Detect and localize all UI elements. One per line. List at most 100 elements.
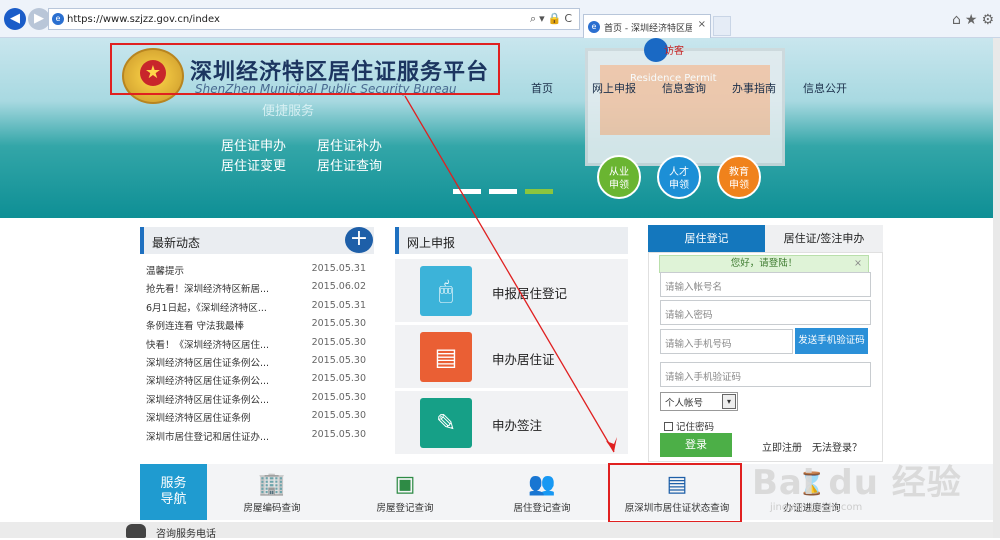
password-input[interactable]: 请输入密码 — [660, 300, 871, 325]
service-label[interactable]: 房屋登记查询 — [345, 500, 465, 514]
service-house-code[interactable]: 🏢 房屋编码查询 — [212, 466, 332, 518]
service-house-registration[interactable]: ▣ 房屋登记查询 — [345, 466, 465, 518]
news-item-date: 2015.05.30 — [311, 318, 366, 330]
hero-slogan: 便捷服务 — [262, 104, 315, 119]
site-favicon-icon: e — [52, 13, 64, 25]
news-item[interactable]: 快看！《深圳经济特区居住... 2015.05.30 — [146, 337, 372, 355]
send-sms-button[interactable]: 发送手机验证码 — [795, 328, 868, 354]
news-item-date: 2015.05.30 — [311, 355, 366, 366]
apply-title: 网上申报 — [407, 236, 456, 250]
tab-residence-registration[interactable]: 居住登记 — [648, 225, 765, 252]
news-item-date: 2015.05.30 — [311, 410, 366, 422]
news-item-title[interactable]: 快看！《深圳经济特区居住... — [146, 337, 306, 351]
highlight-box-service — [608, 463, 742, 523]
nav-public-info[interactable]: 信息公开 — [803, 80, 847, 96]
news-item-date: 2015.05.31 — [311, 263, 366, 274]
nav-info-query[interactable]: 信息查询 — [662, 80, 706, 96]
hero-link-change[interactable]: 居住证变更 — [221, 155, 286, 174]
news-item-date: 2015.05.30 — [311, 428, 366, 440]
apply-card-endorsement[interactable]: ✎ 申办签注 — [395, 391, 628, 454]
circle-employment[interactable]: 从业 申领 — [597, 155, 641, 199]
news-item-title[interactable]: 深圳经济特区居住证条例公... — [146, 373, 306, 387]
apply-label[interactable]: 申办签注 — [492, 415, 542, 434]
news-item-title[interactable]: 抢先看！深圳经济特区新居... — [146, 281, 306, 295]
news-item[interactable]: 温馨提示 2015.05.31 — [146, 263, 372, 281]
apply-header: 网上申报 — [395, 227, 628, 254]
register-link[interactable]: 立即注册 — [762, 439, 802, 454]
news-item-title[interactable]: 深圳经济特区居住证条例 — [146, 410, 306, 424]
checkbox-icon[interactable] — [664, 422, 673, 431]
news-item-title[interactable]: 深圳经济特区居住证条例公... — [146, 355, 306, 369]
carousel-dot-2[interactable] — [489, 189, 517, 194]
news-item-title[interactable]: 6月1日起，《深圳经济特区... — [146, 300, 306, 314]
apply-label[interactable]: 申报居住登记 — [492, 283, 567, 302]
address-tools-icon[interactable]: ⌕▾🔒C — [530, 12, 575, 26]
cannot-login-link[interactable]: 无法登录？ — [812, 439, 862, 454]
back-icon[interactable]: ◀ — [4, 8, 26, 30]
news-title: 最新动态 — [152, 236, 201, 250]
service-label[interactable]: 房屋编码查询 — [212, 500, 332, 514]
browser-menu-icons[interactable]: ⌂★⚙ — [952, 12, 998, 28]
nav-online-apply[interactable]: 网上申报 — [592, 80, 636, 96]
phone-input[interactable]: 请输入手机号码 — [660, 329, 793, 354]
address-bar[interactable]: e https://www.szjzz.gov.cn/index ⌕▾🔒C — [48, 8, 580, 30]
browser-tab[interactable]: e 首页 - 深圳经济特区居住证... × — [583, 14, 711, 38]
chevron-down-icon[interactable]: ▾ — [722, 394, 736, 409]
mouse-icon: 🖱 — [420, 266, 472, 316]
circle-education[interactable]: 教育 申领 — [717, 155, 761, 199]
news-item-title[interactable]: 温馨提示 — [146, 263, 306, 277]
nav-home[interactable]: 首页 — [531, 80, 553, 96]
login-button[interactable]: 登录 — [660, 433, 732, 457]
hero-link-apply[interactable]: 居住证申办 — [221, 135, 286, 154]
news-item[interactable]: 深圳经济特区居住证条例公... 2015.05.30 — [146, 355, 372, 373]
account-type-value: 个人帐号 — [665, 398, 704, 409]
news-item-title[interactable]: 深圳市居住登记和居住证办... — [146, 429, 306, 443]
news-item[interactable]: 深圳经济特区居住证条例公... 2015.05.30 — [146, 373, 372, 391]
visitor-label[interactable]: 访客 — [664, 42, 684, 57]
tab-close-icon[interactable]: × — [698, 19, 706, 30]
watermark-brand: Bai du 经验 — [752, 463, 962, 503]
nav-guide[interactable]: 办事指南 — [732, 80, 776, 96]
remember-password-checkbox[interactable]: 记住密码 — [664, 419, 714, 433]
apply-card-registration[interactable]: 🖱 申报居住登记 — [395, 259, 628, 322]
tab-permit-endorsement[interactable]: 居住证/签注申办 — [765, 225, 883, 252]
news-item[interactable]: 抢先看！深圳经济特区新居... 2015.06.02 — [146, 281, 372, 299]
news-item-title[interactable]: 深圳经济特区居住证条例公... — [146, 392, 306, 406]
carousel-dot-3[interactable] — [525, 189, 553, 194]
news-more-icon[interactable]: + — [345, 227, 373, 253]
new-tab-button[interactable] — [713, 16, 731, 36]
browser-toolbar: ◀ ▶ e https://www.szjzz.gov.cn/index ⌕▾🔒… — [0, 0, 1000, 38]
account-input[interactable]: 请输入帐号名 — [660, 272, 871, 297]
hero-link-reissue[interactable]: 居住证补办 — [317, 135, 382, 154]
apply-label[interactable]: 申办居住证 — [492, 349, 555, 368]
apply-card-permit[interactable]: ▤ 申办居住证 — [395, 325, 628, 388]
news-item[interactable]: 深圳市居住登记和居住证办... 2015.05.30 — [146, 429, 372, 447]
hero-monitor-illustration: Residence Permit — [585, 48, 785, 166]
service-label[interactable]: 居住登记查询 — [482, 500, 602, 514]
hero-link-query[interactable]: 居住证查询 — [317, 155, 382, 174]
forward-icon[interactable]: ▶ — [28, 8, 50, 30]
hotline-bar: 咨询服务电话 — [0, 522, 993, 540]
account-type-select[interactable]: 个人帐号 ▾ — [660, 392, 738, 411]
service-nav-label: 服务 导航 — [140, 464, 207, 520]
greeting-close-icon[interactable]: × — [854, 256, 862, 272]
carousel-dot-1[interactable] — [453, 189, 481, 194]
sms-code-input[interactable]: 请输入手机验证码 — [660, 362, 871, 387]
news-item[interactable]: 深圳经济特区居住证条例 2015.05.30 — [146, 410, 372, 428]
service-residence-query[interactable]: 👥 居住登记查询 — [482, 466, 602, 518]
users-icon: 👥 — [528, 472, 556, 497]
news-item-date: 2015.05.30 — [311, 373, 366, 385]
scrollbar[interactable] — [993, 38, 1000, 538]
news-header: 最新动态 — [140, 227, 374, 254]
window-icon: ▣ — [394, 472, 416, 497]
news-item-date: 2015.05.31 — [311, 299, 366, 311]
news-item[interactable]: 6月1日起，《深圳经济特区... 2015.05.31 — [146, 300, 372, 318]
address-url[interactable]: https://www.szjzz.gov.cn/index — [67, 14, 220, 25]
news-item[interactable]: 条例连连看 守法我最棒 2015.05.30 — [146, 318, 372, 336]
circle-talent[interactable]: 人才 申领 — [657, 155, 701, 199]
news-item[interactable]: 深圳经济特区居住证条例公... 2015.05.30 — [146, 392, 372, 410]
remember-label: 记住密码 — [676, 422, 715, 433]
news-item-title[interactable]: 条例连连看 守法我最棒 — [146, 318, 306, 332]
highlight-box-title — [110, 43, 500, 95]
news-item-date: 2015.06.02 — [311, 281, 366, 293]
